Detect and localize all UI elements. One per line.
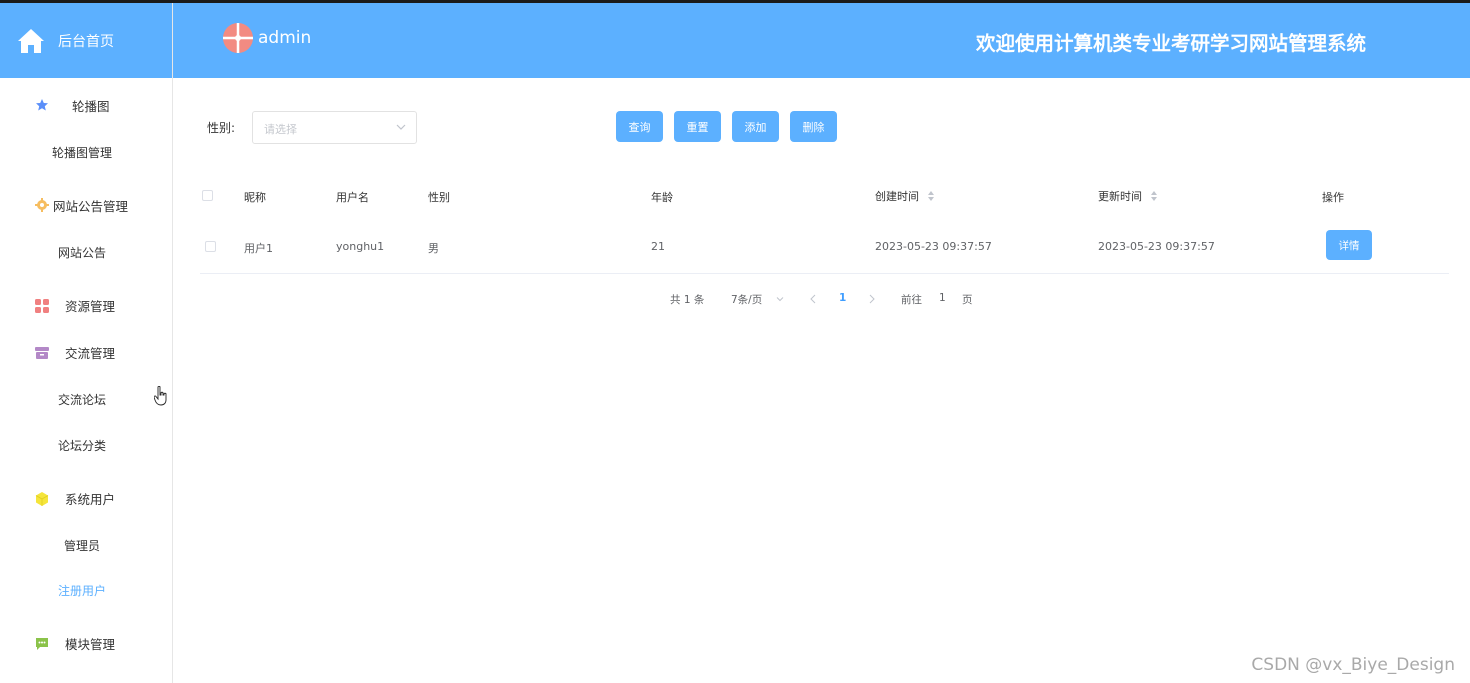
gender-select[interactable]: 请选择 bbox=[252, 111, 417, 144]
chevron-down-icon bbox=[396, 124, 406, 130]
sidebar-menu-label: 交流管理 bbox=[65, 345, 116, 361]
cell-nickname: 用户1 bbox=[244, 242, 273, 255]
sidebar-item-label: 轮播图管理 bbox=[51, 145, 112, 160]
column-header-age: 年龄 bbox=[651, 191, 673, 204]
watermark: CSDN @vx_Biye_Design bbox=[1251, 655, 1455, 675]
sidebar-menu-label: 系统用户 bbox=[65, 491, 116, 507]
sidebar-item-label: 注册用户 bbox=[57, 583, 106, 598]
next-page-icon[interactable] bbox=[868, 294, 876, 304]
sidebar-item-notice[interactable]: 网站公告 bbox=[0, 234, 172, 270]
cell-updated: 2023-05-23 09:37:57 bbox=[1098, 240, 1215, 253]
column-header-updated-label: 更新时间 bbox=[1098, 190, 1142, 203]
hand-cursor-icon bbox=[154, 386, 167, 406]
column-header-gender: 性别 bbox=[428, 191, 450, 204]
sidebar-item-carousel-manage[interactable]: 轮播图管理 bbox=[0, 134, 172, 170]
cell-age: 21 bbox=[651, 240, 665, 253]
sidebar: 后台首页 轮播图 轮播图管理 网站公告管理 网站公告 资源管理 交流管理 交流论… bbox=[0, 3, 173, 683]
add-button[interactable]: 添加 bbox=[732, 111, 779, 142]
top-header: admin 欢迎使用计算机类专业考研学习网站管理系统 bbox=[173, 3, 1470, 78]
system-title: 欢迎使用计算机类专业考研学习网站管理系统 bbox=[975, 32, 1366, 55]
gender-select-placeholder: 请选择 bbox=[264, 123, 297, 136]
avatar[interactable] bbox=[223, 23, 253, 53]
cell-username: yonghu1 bbox=[336, 240, 385, 253]
chevron-down-icon[interactable] bbox=[776, 295, 784, 303]
sidebar-item-label: 交流论坛 bbox=[57, 392, 106, 407]
sidebar-item-label: 网站公告 bbox=[57, 245, 106, 260]
sidebar-menu-label: 轮播图 bbox=[72, 98, 110, 114]
column-header-username: 用户名 bbox=[336, 191, 369, 204]
select-all-checkbox[interactable] bbox=[202, 190, 213, 201]
sidebar-menu-label: 资源管理 bbox=[65, 298, 116, 314]
page-size-select[interactable]: 7条/页 bbox=[731, 292, 762, 307]
main-content: 性别: 请选择 查询 重置 添加 删除 昵称 用户名 性别 年龄 创建时间 更新… bbox=[173, 78, 1470, 683]
column-header-created-label: 创建时间 bbox=[875, 190, 919, 203]
query-button[interactable]: 查询 bbox=[616, 111, 663, 142]
goto-prefix: 前往 bbox=[901, 294, 922, 306]
sort-icon[interactable] bbox=[927, 191, 935, 201]
sidebar-item-forum[interactable]: 交流论坛 bbox=[0, 381, 172, 417]
sidebar-item-label: 论坛分类 bbox=[57, 438, 106, 453]
sidebar-item-forum-category[interactable]: 论坛分类 bbox=[0, 427, 172, 463]
column-header-actions: 操作 bbox=[1322, 191, 1344, 204]
gear-icon bbox=[35, 198, 49, 212]
sidebar-menu-system-users[interactable]: 系统用户 bbox=[0, 478, 172, 518]
goto-suffix: 页 bbox=[962, 294, 973, 306]
sidebar-menu-label: 模块管理 bbox=[65, 636, 116, 652]
column-header-created[interactable]: 创建时间 bbox=[875, 188, 935, 204]
page-number-current[interactable]: 1 bbox=[839, 292, 846, 304]
box-icon bbox=[35, 347, 49, 359]
cell-created: 2023-05-23 09:37:57 bbox=[875, 240, 992, 253]
row-checkbox[interactable] bbox=[205, 241, 216, 252]
sidebar-menu-communication[interactable]: 交流管理 bbox=[0, 332, 172, 372]
chat-icon bbox=[36, 638, 48, 650]
cube-icon bbox=[35, 492, 49, 506]
sidebar-item-label: 管理员 bbox=[63, 538, 100, 553]
reset-button[interactable]: 重置 bbox=[674, 111, 721, 142]
row-divider bbox=[200, 273, 1449, 274]
sidebar-menu-notice[interactable]: 网站公告管理 bbox=[0, 185, 172, 225]
sidebar-menu-carousel[interactable]: 轮播图 bbox=[0, 85, 172, 125]
sidebar-item-admin[interactable]: 管理员 bbox=[0, 527, 172, 563]
home-link-label: 后台首页 bbox=[58, 33, 114, 50]
sort-icon[interactable] bbox=[1150, 191, 1158, 201]
delete-button[interactable]: 删除 bbox=[790, 111, 837, 142]
grid-icon bbox=[35, 299, 49, 313]
column-header-nickname: 昵称 bbox=[244, 191, 266, 204]
goto-page-input[interactable]: 1 bbox=[939, 292, 946, 304]
sidebar-item-registered-users[interactable]: 注册用户 bbox=[0, 572, 172, 608]
cell-gender: 男 bbox=[428, 242, 439, 255]
sidebar-menu-modules[interactable]: 模块管理 bbox=[0, 623, 172, 663]
sidebar-menu-label: 网站公告管理 bbox=[53, 198, 129, 214]
prev-page-icon[interactable] bbox=[809, 294, 817, 304]
username-label[interactable]: admin bbox=[258, 28, 311, 48]
detail-button[interactable]: 详情 bbox=[1326, 230, 1372, 260]
sidebar-menu-resources[interactable]: 资源管理 bbox=[0, 285, 172, 325]
sidebar-header[interactable]: 后台首页 bbox=[0, 3, 172, 78]
star-icon bbox=[36, 99, 48, 111]
pagination-total: 共 1 条 bbox=[670, 294, 705, 306]
column-header-updated[interactable]: 更新时间 bbox=[1098, 188, 1158, 204]
gender-filter-label: 性别: bbox=[207, 121, 236, 135]
home-icon bbox=[18, 28, 44, 53]
